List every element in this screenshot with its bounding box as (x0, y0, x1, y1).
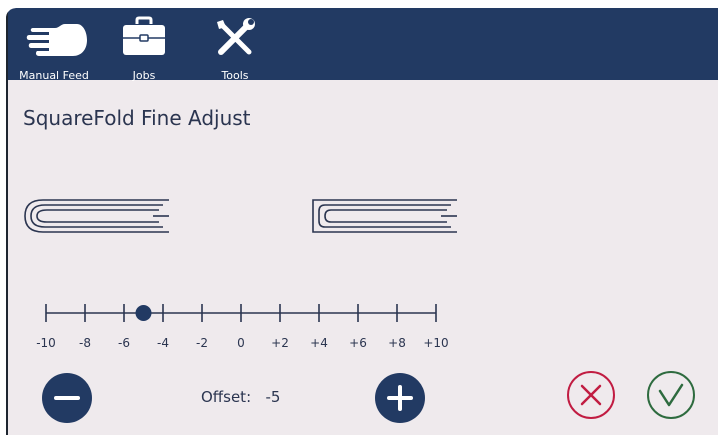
tools-icon (217, 18, 255, 55)
scale-tick-label: -8 (79, 336, 91, 350)
scale-tick-label: +4 (310, 336, 328, 350)
manual-feed-button[interactable]: Manual Feed (8, 8, 100, 82)
scale-tick-label: 0 (237, 336, 245, 350)
briefcase-icon (123, 16, 165, 55)
scale-tick-label: -10 (36, 336, 56, 350)
increase-button[interactable] (375, 373, 425, 423)
scale-tick-label: +6 (349, 336, 367, 350)
book-spine-square-icon (312, 199, 457, 233)
device-screen: Manual Feed Jobs Tools SquareFold Fine A… (6, 8, 718, 435)
confirm-button[interactable] (647, 371, 695, 419)
checkmark-icon (658, 383, 684, 407)
jobs-label: Jobs (132, 69, 156, 82)
manual-feed-label: Manual Feed (19, 69, 89, 82)
offset-readout: Offset: -5 (201, 388, 280, 406)
minus-icon (54, 396, 80, 400)
page-title: SquareFold Fine Adjust (23, 106, 251, 130)
tools-button[interactable]: Tools (208, 8, 262, 82)
offset-label: Offset: (201, 388, 252, 406)
plus-icon (387, 385, 413, 411)
offset-scale[interactable]: -10 -8 -6 -4 -2 0 +2 +4 +6 +8 +10 (36, 296, 449, 356)
scale-track (45, 304, 437, 322)
decrease-button[interactable] (42, 373, 92, 423)
scale-tick-label: -6 (118, 336, 130, 350)
offset-value: -5 (265, 388, 281, 406)
close-icon (580, 384, 602, 406)
scale-marker[interactable] (135, 305, 152, 321)
jobs-button[interactable]: Jobs (114, 8, 174, 82)
scale-tick-label: -2 (196, 336, 208, 350)
scale-tick-label: +8 (388, 336, 406, 350)
tools-label: Tools (221, 69, 249, 82)
scale-tick-label: +2 (271, 336, 289, 350)
top-toolbar: Manual Feed Jobs Tools (6, 8, 718, 82)
hand-icon (26, 24, 87, 56)
cancel-button[interactable] (567, 371, 615, 419)
scale-tick-label: -4 (157, 336, 169, 350)
scale-tick-label: +10 (423, 336, 449, 350)
book-spine-rounded-icon (24, 199, 169, 233)
